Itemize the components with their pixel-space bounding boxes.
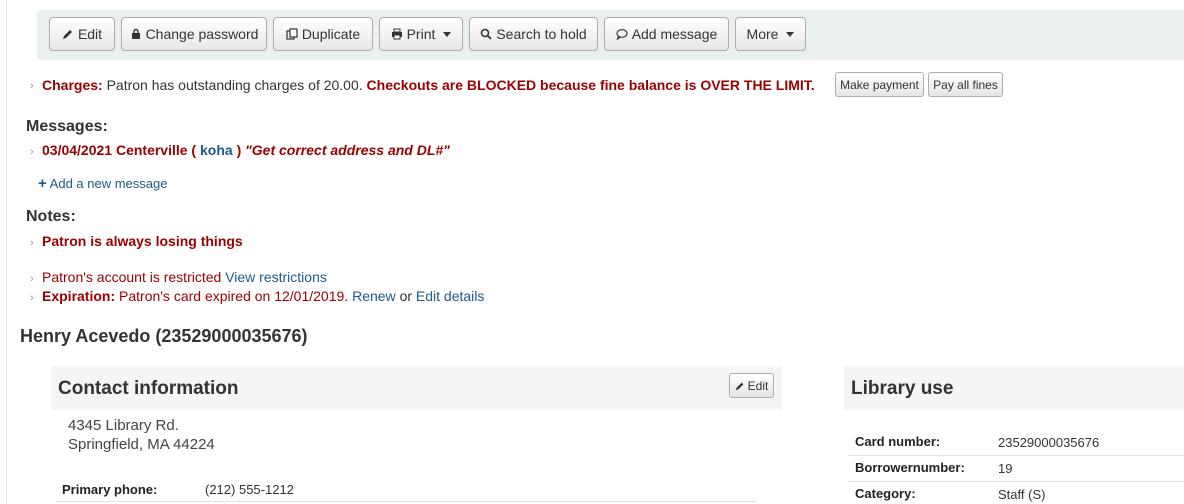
add-new-message-link[interactable]: + Add a new message — [38, 175, 167, 192]
comment-icon — [616, 29, 628, 40]
lock-icon — [131, 28, 140, 39]
card-number-value: 23529000035676 — [998, 435, 1100, 450]
message-item: 03/04/2021 Centerville ( koha ) "Get cor… — [42, 142, 450, 158]
more-dropdown-button[interactable]: More — [735, 17, 806, 51]
chevron-down-icon — [443, 31, 452, 37]
renew-link[interactable]: Renew — [352, 288, 396, 304]
charges-line: Charges: Patron has outstanding charges … — [42, 77, 815, 93]
patron-note: Patron is always losing things — [42, 233, 243, 249]
notes-heading: Notes: — [26, 208, 76, 225]
pencil-icon — [62, 30, 72, 39]
left-sidebar-edge — [0, 0, 7, 504]
duplicate-button[interactable]: Duplicate — [273, 17, 373, 51]
bullet-icon: › — [30, 273, 34, 285]
printer-icon — [391, 28, 402, 40]
contact-information-header: Contact information Edit — [51, 366, 782, 410]
divider — [848, 455, 1184, 456]
add-message-button[interactable]: Add message — [604, 17, 729, 51]
copy-icon — [286, 28, 298, 40]
contact-edit-button[interactable]: Edit — [729, 373, 774, 398]
card-number-label: Card number: — [855, 434, 941, 449]
patron-title: Henry Acevedo (23529000035676) — [20, 326, 308, 346]
library-use-header: Library use — [844, 366, 1184, 410]
search-icon — [481, 28, 492, 40]
search-to-hold-button[interactable]: Search to hold — [469, 17, 598, 51]
borrowernumber-label: Borrowernumber: — [855, 460, 965, 475]
divider — [848, 481, 1184, 482]
bullet-icon: › — [30, 146, 34, 158]
category-label: Category: — [855, 486, 916, 501]
edit-button[interactable]: Edit — [49, 17, 115, 51]
address-line-2: Springfield, MA 44224 — [68, 436, 215, 453]
message-author-link[interactable]: koha — [200, 142, 233, 158]
expiration-line: Expiration: Patron's card expired on 12/… — [42, 288, 485, 304]
pencil-icon — [735, 382, 743, 390]
primary-phone-label: Primary phone: — [62, 482, 158, 497]
make-payment-button[interactable]: Make payment — [835, 72, 924, 97]
messages-heading: Messages: — [26, 118, 108, 135]
edit-details-link[interactable]: Edit details — [416, 288, 484, 304]
contact-information-heading: Contact information — [58, 378, 239, 399]
plus-icon: + — [38, 175, 47, 192]
print-dropdown-button[interactable]: Print — [379, 17, 463, 51]
borrowernumber-value: 19 — [998, 461, 1013, 476]
bullet-icon: › — [30, 80, 34, 92]
chevron-down-icon — [786, 31, 795, 37]
pay-all-fines-button[interactable]: Pay all fines — [928, 72, 1003, 97]
view-restrictions-link[interactable]: View restrictions — [225, 269, 327, 285]
bullet-icon: › — [30, 292, 34, 304]
patron-toolbar: Edit Change password Duplicate Print Sea… — [37, 10, 1184, 60]
change-password-button[interactable]: Change password — [121, 17, 267, 51]
divider — [56, 501, 756, 502]
bullet-icon: › — [30, 237, 34, 249]
restriction-line: Patron's account is restricted View rest… — [42, 269, 327, 285]
library-use-heading: Library use — [851, 378, 954, 399]
primary-phone-link[interactable]: (212) 555-1212 — [205, 482, 294, 497]
category-value: Staff (S) — [998, 487, 1046, 502]
address-line-1: 4345 Library Rd. — [68, 417, 179, 434]
